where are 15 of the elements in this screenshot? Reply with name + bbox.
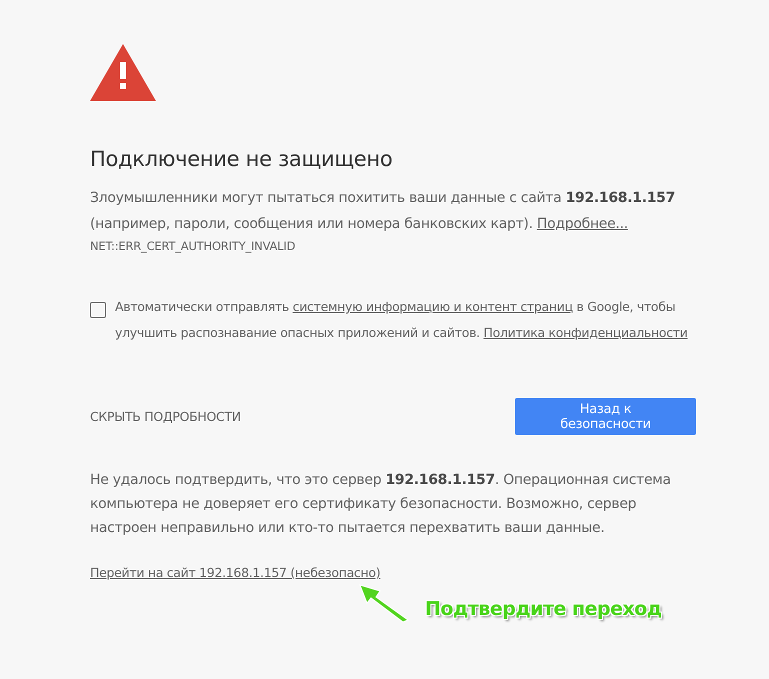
back-to-safety-button[interactable]: Назад к безопасности [515, 398, 696, 435]
page-heading: Подключение не защищено [90, 147, 394, 171]
learn-more-link[interactable]: Подробнее... [536, 216, 628, 232]
warning-icon [90, 44, 156, 101]
arrow-icon [358, 583, 410, 623]
details-message: Не удалось подтвердить, что это сервер 192.168.1.157. Операционная система компьютера не доверяет его сертификату безопасности. Возможно, сервер настроен неправильно или кто-то пытается перехватить ваши данные. [90, 471, 672, 538]
warning-message: Злоумышленники могут пытаться похитить ваши данные с сайта 192.168.1.157 (например, пароли, сообщения или номера банковских карт). Подробнее... [90, 189, 676, 234]
hide-details-button[interactable]: СКРЫТЬ ПОДРОБНОСТИ [90, 409, 241, 424]
error-code: NET::ERR_CERT_AUTHORITY_INVALID [90, 238, 296, 255]
proceed-link[interactable]: Перейти на сайт 192.168.1.157 (небезопасно) [90, 565, 380, 580]
annotation-label: Подтвердите переход [425, 598, 662, 620]
report-option-text: Автоматически отправлять системную информацию и контент страниц в Google, чтобы улучшить распознавание опасных приложений и сайтов. Политика конфиденциальности [115, 298, 689, 342]
privacy-policy-link[interactable]: Политика конфиденциальности [484, 325, 688, 340]
system-info-link[interactable]: системную информацию и контент страниц [292, 299, 573, 314]
report-checkbox[interactable] [90, 302, 106, 318]
